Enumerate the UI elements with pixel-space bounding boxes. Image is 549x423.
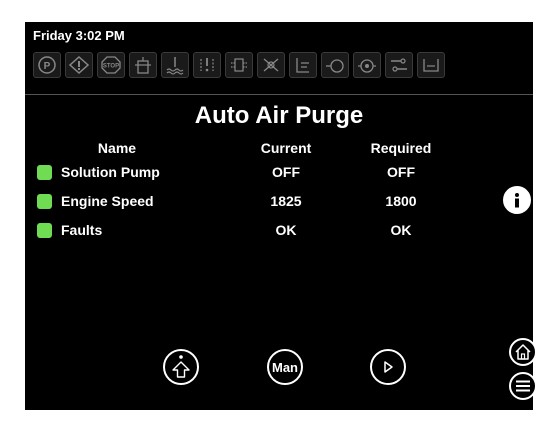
page-title: Auto Air Purge [194,102,364,129]
row-current: OFF [272,164,300,180]
status-led [37,223,52,238]
indicator-row: P STOP [33,52,445,80]
column-header-required: Required [370,140,432,156]
menu-icon [516,380,530,392]
play-icon [384,361,393,373]
step-up-button[interactable] [163,349,199,385]
table-row: Solution Pump OFF OFF [25,161,533,185]
manual-button[interactable]: Man [267,349,303,385]
warning-icon[interactable] [65,52,93,78]
svg-text:STOP: STOP [103,64,119,70]
stop-icon[interactable]: STOP [97,52,125,78]
column-header-name: Name [97,140,137,156]
annotation-arrow [40,367,160,379]
fuel-filter-icon[interactable] [225,52,253,78]
table-row: Faults OK OK [25,219,533,243]
row-current: 1825 [270,193,302,209]
home-icon [515,344,531,360]
parking-brake-icon[interactable]: P [33,52,61,78]
home-button[interactable] [509,338,537,366]
hmi-screen: Friday 3:02 PM P STOP Auto Air Purge Nam… [25,22,537,410]
status-bar: Friday 3:02 PM P STOP [25,22,533,92]
pump-icon[interactable] [321,52,349,78]
info-button[interactable] [503,186,531,214]
row-name: Solution Pump [61,164,160,180]
manual-button-label: Man [272,359,298,375]
status-led [37,165,52,180]
clock: Friday 3:02 PM [33,28,125,43]
oil-level-icon[interactable] [289,52,317,78]
row-name: Engine Speed [61,193,154,209]
play-button[interactable] [370,349,406,385]
tank-icon[interactable] [417,52,445,78]
table-row: Engine Speed 1825 1800 [25,190,533,214]
info-icon [515,193,519,208]
header-divider [25,94,533,95]
row-current: OK [275,222,297,238]
hose-icon[interactable] [385,52,413,78]
row-name: Faults [61,222,103,238]
fluid-level-icon[interactable] [129,52,157,78]
column-header-current: Current [260,140,312,156]
status-led [37,194,52,209]
row-required: OFF [387,164,415,180]
engine-icon[interactable] [353,52,381,78]
up-arrow-icon [172,355,190,378]
coolant-temp-icon[interactable] [161,52,189,78]
air-filter-icon[interactable] [193,52,221,78]
row-required: OK [390,222,412,238]
svg-text:P: P [44,61,51,72]
row-required: 1800 [385,193,417,209]
heater-icon[interactable] [257,52,285,78]
menu-button[interactable] [509,372,537,400]
